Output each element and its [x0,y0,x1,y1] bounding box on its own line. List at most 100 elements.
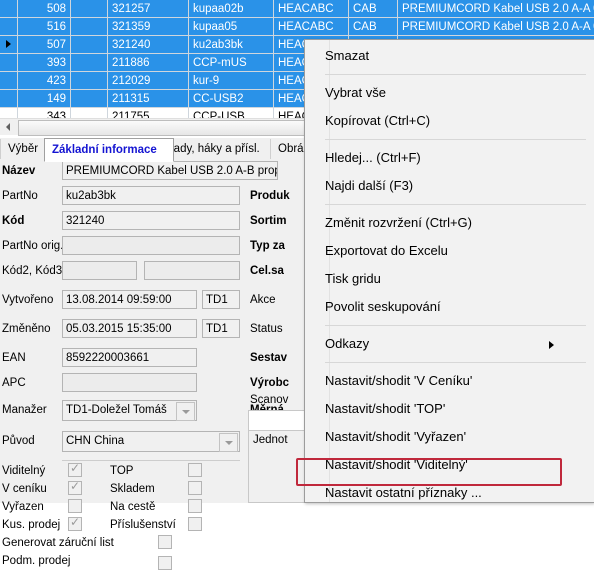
cell-partno[interactable]: CCP-USB [189,108,274,119]
checkbox-skladem[interactable] [188,481,202,495]
menu-item-vybrat-vše[interactable]: Vybrat vše [305,79,594,107]
manager-combobox[interactable]: TD1-Doležel Tomáš [62,400,197,421]
cell-id[interactable]: 423 [18,72,71,90]
row-marker-cell[interactable] [0,108,18,119]
checkbox-na-ceste[interactable] [188,499,202,513]
row-marker-cell[interactable] [0,54,18,72]
cell-supplier[interactable]: HEACABC [274,0,349,18]
field-apc[interactable] [62,373,197,392]
row-marker-cell[interactable] [0,36,18,54]
cell-id[interactable]: 507 [18,36,71,54]
row-pointer-arrow-icon [6,40,11,48]
cell-partno[interactable]: CC-USB2 [189,90,274,108]
label-zmeneno: Změněno [2,323,51,336]
menu-separator [325,139,586,140]
field-vytvoreno-user[interactable]: TD1 [202,290,240,309]
menu-item-smazat[interactable]: Smazat [305,42,594,70]
field-kod[interactable]: 321240 [62,211,240,230]
checkbox-podm-prodej[interactable] [158,556,172,570]
cell-code[interactable]: 321359 [108,18,189,36]
tab-z-kladn-informace[interactable]: Základní informace [44,138,174,162]
cell-partno[interactable]: CCP-mUS [189,54,274,72]
checkbox-vyrazen[interactable] [68,499,82,513]
cell-blank[interactable] [71,0,108,18]
cell-blank[interactable] [71,108,108,119]
row-marker-cell[interactable] [0,0,18,18]
row-marker-cell[interactable] [0,72,18,90]
menu-item-tisk-gridu[interactable]: Tisk gridu [305,265,594,293]
menu-item-povolit-seskupování[interactable]: Povolit seskupování [305,293,594,321]
menu-item-nastavitshodit-v-ceníku[interactable]: Nastavit/shodit 'V Ceníku' [305,367,594,395]
field-partno-orig[interactable] [62,236,240,255]
menu-item-label: Nastavit/shodit 'TOP' [325,401,445,416]
menu-item-exportovat-do-excelu[interactable]: Exportovat do Excelu [305,237,594,265]
cell-partno[interactable]: ku2ab3bk [189,36,274,54]
menu-item-nastavit-ostatní-příznaky[interactable]: Nastavit ostatní příznaky ... [305,479,594,503]
cell-code[interactable]: 211755 [108,108,189,119]
checkbox-viditelny[interactable] [68,463,82,477]
cell-partno[interactable]: kupaa05 [189,18,274,36]
field-zmeneno[interactable]: 05.03.2015 15:35:00 [62,319,197,338]
cell-blank[interactable] [71,90,108,108]
cell-code[interactable]: 211315 [108,90,189,108]
cell-partno[interactable]: kupaa02b [189,0,274,18]
field-partno[interactable]: ku2ab3bk [62,186,240,205]
cell-code[interactable]: 212029 [108,72,189,90]
scroll-left-arrow-icon[interactable] [0,119,16,135]
cell-code[interactable]: 321257 [108,0,189,18]
menu-item-odkazy[interactable]: Odkazy [305,330,594,358]
table-row[interactable]: 516 321359kupaa05HEACABCCABPREMIUMCORD Ka… [0,18,594,36]
cell-blank[interactable] [71,36,108,54]
menu-item-najdi-další-f3[interactable]: Najdi další (F3) [305,172,594,200]
cell-id[interactable]: 508 [18,0,71,18]
menu-item-kopírovat-ctrlc[interactable]: Kopírovat (Ctrl+C) [305,107,594,135]
chevron-down-icon[interactable] [176,402,195,421]
origin-combobox[interactable]: CHN China [62,431,240,452]
cell-description[interactable]: PREMIUMCORD Kabel USB 2.0 A-A 0,5m (50cm… [398,18,594,36]
cell-cab[interactable]: CAB [349,0,398,18]
checkbox-kus-prodej[interactable] [68,517,82,531]
field-ean[interactable]: 8592220003661 [62,348,197,367]
cell-blank[interactable] [71,72,108,90]
checkbox-generovat-zarucni-list[interactable] [158,535,172,549]
cell-id[interactable]: 149 [18,90,71,108]
cell-code[interactable]: 211886 [108,54,189,72]
cell-code[interactable]: 321240 [108,36,189,54]
label-podm-prodej: Podm. prodej [2,555,70,568]
cell-partno[interactable]: kur-9 [189,72,274,90]
menu-item-nastavitshodit-top[interactable]: Nastavit/shodit 'TOP' [305,395,594,423]
cell-id[interactable]: 393 [18,54,71,72]
row-marker-cell[interactable] [0,90,18,108]
menu-item-label: Exportovat do Excelu [325,243,448,258]
cell-id[interactable]: 516 [18,18,71,36]
cell-supplier[interactable]: HEACABC [274,18,349,36]
cell-id[interactable]: 343 [18,108,71,119]
label-nazev: Název [2,165,35,178]
menu-item-změnit-rozvržení-ctrlg[interactable]: Změnit rozvržení (Ctrl+G) [305,209,594,237]
label-cel-sa: Cel.sa [250,265,284,278]
field-nazev[interactable]: PREMIUMCORD Kabel USB 2.0 A-B propoj [62,161,278,180]
checkbox-prislusenstvi[interactable] [188,517,202,531]
grid-context-menu[interactable]: Smazat Vybrat všeKopírovat (Ctrl+C) Hledej… [304,39,594,503]
units-panel[interactable]: Jednot [248,410,308,503]
field-zmeneno-user[interactable]: TD1 [202,319,240,338]
cell-description[interactable]: PREMIUMCORD Kabel USB 2.0 A-A 0,2m (20cm… [398,0,594,18]
label-top: TOP [110,465,133,478]
chevron-down-icon[interactable] [219,433,238,452]
field-vytvoreno[interactable]: 13.08.2014 09:59:00 [62,290,197,309]
tab-sady-h-ky-a-p-sl[interactable]: Sady, háky a přísl. [158,139,285,159]
cell-blank[interactable] [71,54,108,72]
checkbox-top[interactable] [188,463,202,477]
menu-item-hledej-ctrlf[interactable]: Hledej... (Ctrl+F) [305,144,594,172]
checkbox-v-ceniku[interactable] [68,481,82,495]
menu-item-nastavitshodit-vyřazen[interactable]: Nastavit/shodit 'Vyřazen' [305,423,594,451]
label-kod: Kód [2,215,24,228]
field-kod3[interactable] [144,261,240,280]
field-kod2[interactable] [62,261,137,280]
menu-item-nastavitshodit-viditelný[interactable]: Nastavit/shodit 'Viditelný' [305,451,594,479]
table-row[interactable]: 508 321257kupaa02bHEACABCCABPREMIUMCORD K… [0,0,594,18]
cell-cab[interactable]: CAB [349,18,398,36]
cell-blank[interactable] [71,18,108,36]
row-marker-cell[interactable] [0,18,18,36]
label-akce: Akce [250,294,276,307]
